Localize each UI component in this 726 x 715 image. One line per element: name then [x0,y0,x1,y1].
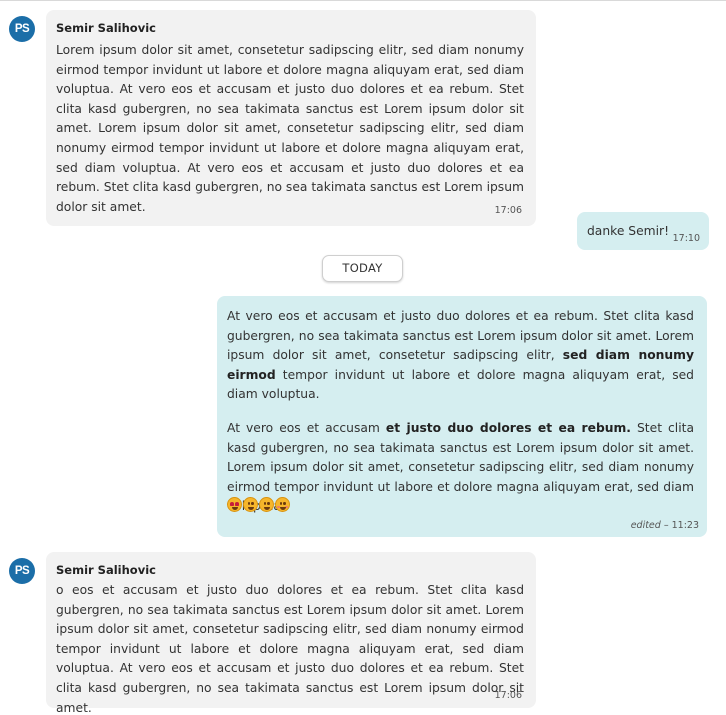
message-time: 11:23 [671,520,699,531]
text-segment: danke Semir! [587,224,670,238]
bold-text: et justo duo dolores et ea rebum. [385,420,631,435]
grinning-emoji [243,497,258,512]
message-paragraph: o eos et accusam et justo duo dolores et… [56,581,524,715]
message-paragraph: At vero eos et accusam et justo duo dolo… [227,307,694,405]
message-text: Lorem ipsum dolor sit amet, consetetur s… [56,41,524,217]
text-segment: At vero eos et accusam [227,420,386,435]
sender-avatar[interactable]: PS [9,558,35,584]
sender-avatar[interactable]: PS [9,16,35,42]
text-segment: tempor invidunt ut labore et dolore magn… [227,367,694,402]
message-paragraph: At vero eos et accusam et justo duo dolo… [227,419,694,517]
sender-name: Semir Salihovic [56,563,156,577]
edited-label: edited [630,520,661,531]
text-segment: o eos et accusam et justo duo dolores et… [56,583,524,715]
emoji-row [227,497,290,515]
date-separator: TODAY [322,255,403,282]
message-meta: edited – 11:23 [630,520,699,531]
heart-eyes-emoji [227,497,242,512]
message-time: 17:06 [494,690,522,701]
message-text: o eos et accusam et justo duo dolores et… [56,581,524,715]
blushing-emoji [275,497,290,512]
message-time: 17:06 [494,205,522,216]
top-divider [0,0,726,1]
message-text: At vero eos et accusam et justo duo dolo… [227,307,694,517]
grinning-squint-emoji [259,497,274,512]
message-paragraph: Lorem ipsum dolor sit amet, consetetur s… [56,41,524,217]
sender-name: Semir Salihovic [56,21,156,35]
message-time: 17:10 [672,233,700,244]
text-segment: Lorem ipsum dolor sit amet, consetetur s… [56,43,524,214]
